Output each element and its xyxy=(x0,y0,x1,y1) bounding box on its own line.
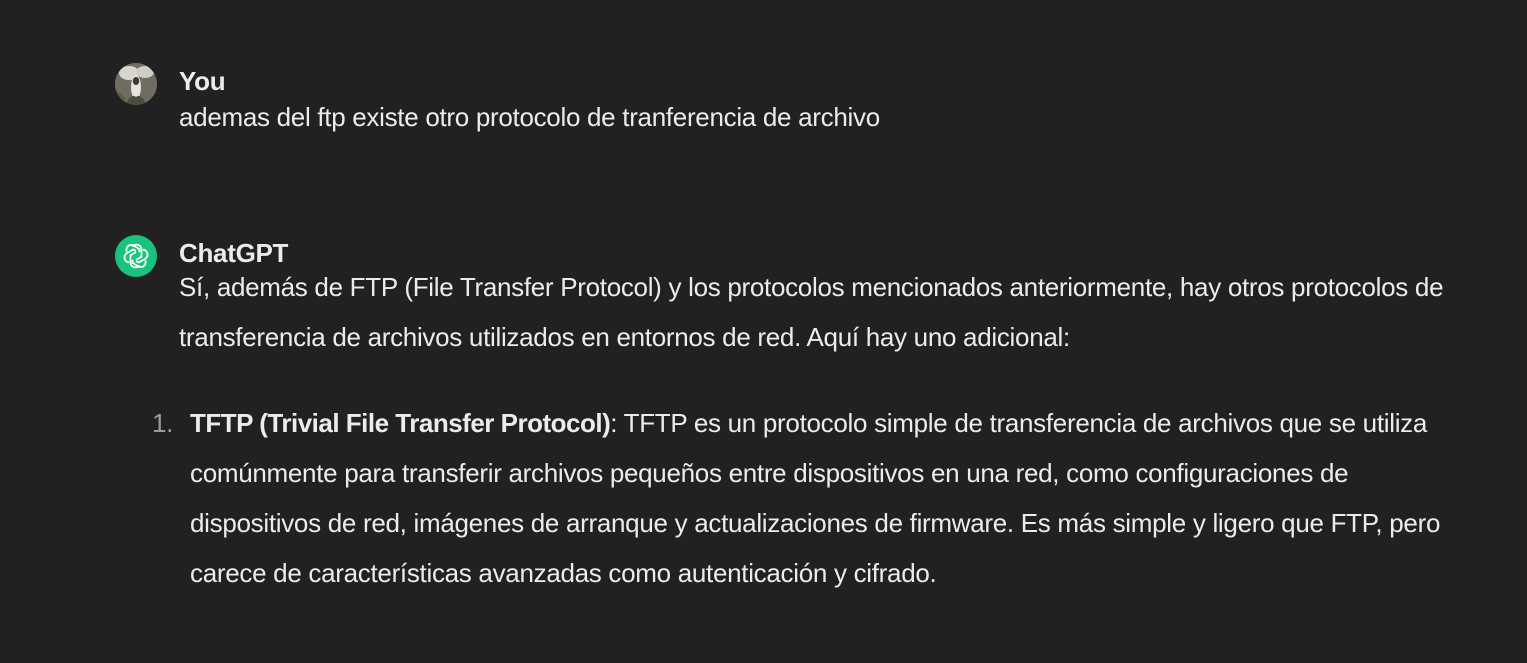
chat-conversation: You ademas del ftp existe otro protocolo… xyxy=(0,0,1527,663)
assistant-protocol-list: 1. TFTP (Trivial File Transfer Protocol)… xyxy=(152,398,1467,598)
list-item: 1. TFTP (Trivial File Transfer Protocol)… xyxy=(152,398,1467,598)
assistant-avatar xyxy=(115,235,157,277)
user-message-body: You ademas del ftp existe otro protocolo… xyxy=(179,63,1467,144)
user-avatar[interactable] xyxy=(115,63,157,105)
assistant-intro-text: Sí, además de FTP (File Transfer Protoco… xyxy=(179,272,1444,352)
openai-logo-icon xyxy=(123,243,149,269)
assistant-message-body: ChatGPT Sí, además de FTP (File Transfer… xyxy=(152,235,1467,598)
user-avatar-icon xyxy=(115,63,157,105)
list-item-number: 1. xyxy=(152,408,174,438)
list-item-term: TFTP (Trivial File Transfer Protocol) xyxy=(190,408,611,438)
user-message-text: ademas del ftp existe otro protocolo de … xyxy=(179,102,880,132)
